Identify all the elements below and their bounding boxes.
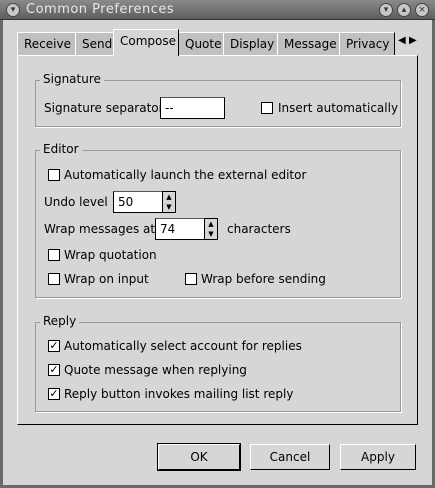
cancel-button[interactable]: Cancel: [250, 444, 330, 470]
signature-separator-label: Signature separator: [44, 101, 164, 115]
wrap-messages-spinner[interactable]: ▲ ▼: [204, 218, 218, 240]
apply-button[interactable]: Apply: [340, 444, 416, 470]
auto-launch-editor-label: Automatically launch the external editor: [64, 168, 307, 182]
signature-separator-input[interactable]: --: [160, 97, 225, 119]
tab-message[interactable]: Message: [277, 32, 340, 55]
wrap-quotation-checkbox[interactable]: [48, 249, 60, 261]
auto-launch-editor-checkbox[interactable]: [48, 169, 60, 181]
quote-when-replying-label: Quote message when replying: [64, 363, 247, 377]
window-menu-icon[interactable]: ▾: [6, 3, 20, 17]
tab-receive[interactable]: Receive: [17, 32, 76, 55]
wrap-on-input-checkbox[interactable]: [48, 273, 60, 285]
undo-level-spinner[interactable]: ▲ ▼: [162, 191, 176, 213]
minimize-icon[interactable]: ▾: [379, 3, 393, 17]
ok-button[interactable]: OK: [157, 443, 241, 471]
window-title: Common Preferences: [26, 2, 175, 17]
undo-level-input[interactable]: 50: [113, 191, 163, 213]
wrap-messages-label: Wrap messages at: [44, 222, 156, 236]
wrap-quotation-label: Wrap quotation: [64, 248, 157, 262]
tab-compose[interactable]: Compose: [113, 29, 179, 56]
tab-quote[interactable]: Quote: [178, 32, 224, 55]
auto-select-account-label: Automatically select account for replies: [64, 339, 302, 353]
maximize-icon[interactable]: ▴: [397, 3, 411, 17]
mailing-list-reply-checkbox[interactable]: ✓: [48, 388, 60, 400]
editor-frame-title: Editor: [40, 142, 82, 156]
tab-scroll-right-icon[interactable]: ▶: [409, 35, 417, 46]
undo-level-label: Undo level: [44, 195, 108, 209]
quote-when-replying-checkbox[interactable]: ✓: [48, 364, 60, 376]
tab-send[interactable]: Send: [75, 32, 114, 55]
tab-display[interactable]: Display: [223, 32, 278, 55]
insert-automatically-checkbox[interactable]: [261, 102, 273, 114]
reply-frame-title: Reply: [40, 314, 80, 328]
auto-select-account-checkbox[interactable]: ✓: [48, 340, 60, 352]
signature-frame-title: Signature: [40, 72, 104, 86]
insert-automatically-label: Insert automatically: [278, 101, 399, 115]
close-icon[interactable]: ×: [415, 3, 429, 17]
tab-scroll-left-icon[interactable]: ◀: [398, 35, 406, 46]
wrap-before-sending-checkbox[interactable]: [185, 273, 197, 285]
wrap-before-sending-label: Wrap before sending: [201, 272, 326, 286]
tab-privacy[interactable]: Privacy: [339, 32, 395, 55]
wrap-on-input-label: Wrap on input: [64, 272, 149, 286]
wrap-messages-input[interactable]: 74: [155, 218, 205, 240]
mailing-list-reply-label: Reply button invokes mailing list reply: [64, 387, 294, 401]
wrap-unit-label: characters: [227, 222, 291, 236]
